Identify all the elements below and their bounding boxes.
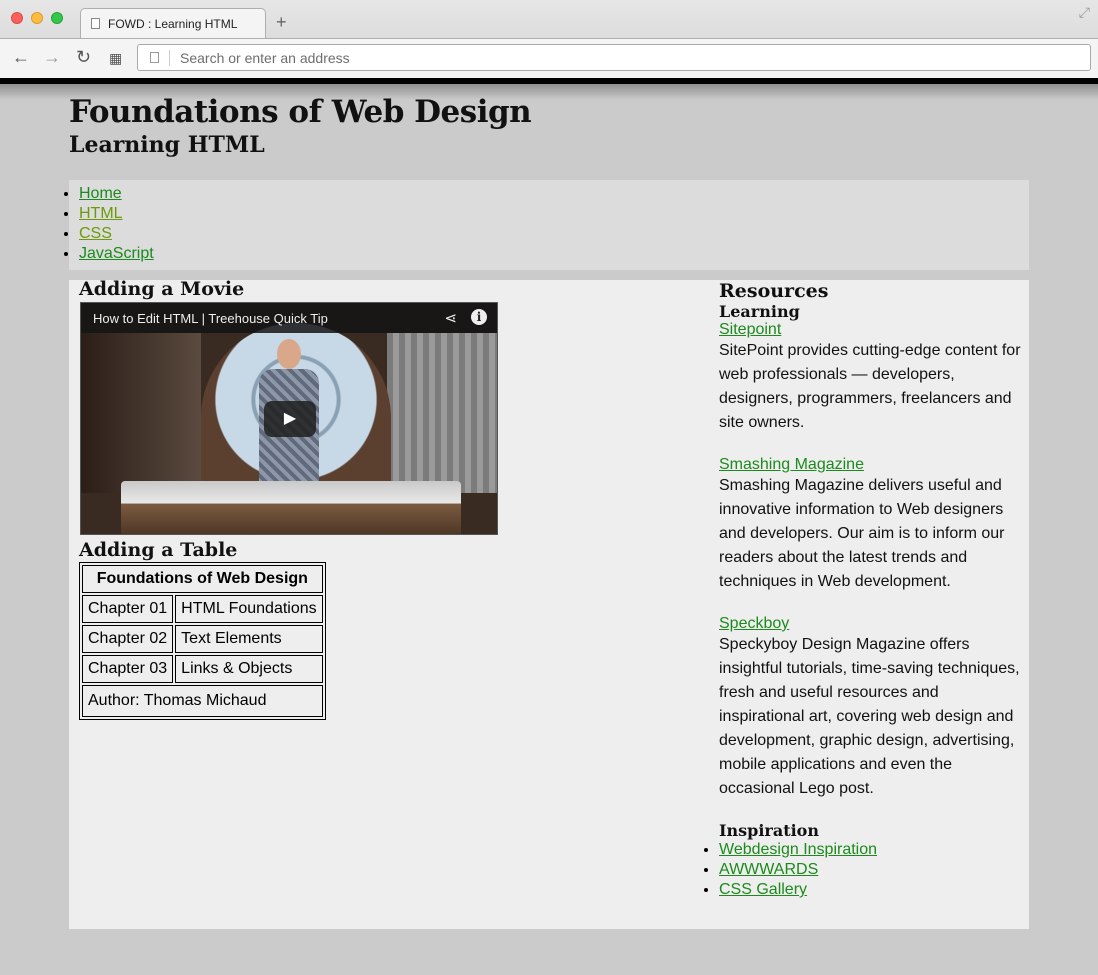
browser-tab[interactable]: FOWD : Learning HTML bbox=[80, 8, 266, 38]
learning-heading: Learning bbox=[719, 302, 800, 321]
table-heading: Adding a Table bbox=[79, 539, 238, 561]
nav-link-javascript[interactable]: JavaScript bbox=[79, 245, 154, 262]
info-icon[interactable]: i bbox=[471, 309, 487, 325]
video-player[interactable]: How to Edit HTML | Treehouse Quick Tip ⋖… bbox=[80, 302, 498, 535]
nav-item-css: CSS bbox=[79, 224, 1029, 244]
main-navigation: Home HTML CSS JavaScript bbox=[69, 180, 1029, 270]
table-cell: HTML Foundations bbox=[175, 595, 323, 623]
table-cell: Text Elements bbox=[175, 625, 323, 653]
page-icon bbox=[91, 18, 100, 29]
minimize-window-button[interactable] bbox=[31, 12, 43, 24]
share-icon[interactable]: ⋖ bbox=[444, 309, 457, 327]
list-item: Webdesign Inspiration bbox=[719, 840, 1024, 860]
speckboy-description: Speckyboy Design Magazine offers insight… bbox=[719, 636, 1020, 797]
browser-toolbar: ← → ↻ ▦ bbox=[0, 38, 1098, 78]
table-cell: Chapter 03 bbox=[82, 655, 174, 683]
inspiration-heading: Inspiration bbox=[719, 821, 819, 840]
table-row: Chapter 03 Links & Objects bbox=[82, 655, 323, 683]
video-frame-wall bbox=[81, 333, 201, 493]
video-title[interactable]: How to Edit HTML | Treehouse Quick Tip bbox=[93, 311, 328, 326]
table-row: Foundations of Web Design bbox=[82, 565, 323, 593]
movie-heading: Adding a Movie bbox=[79, 278, 245, 300]
address-bar[interactable] bbox=[137, 44, 1091, 71]
speckboy-link[interactable]: Speckboy bbox=[719, 615, 1024, 633]
video-controls: ⋖ i bbox=[444, 309, 487, 327]
list-item: CSS Gallery bbox=[719, 880, 1024, 900]
zoom-window-button[interactable] bbox=[51, 12, 63, 24]
table-caption: Foundations of Web Design bbox=[82, 565, 323, 593]
table-cell: Chapter 02 bbox=[82, 625, 174, 653]
nav-link-css[interactable]: CSS bbox=[79, 225, 112, 242]
sitepoint-link[interactable]: Sitepoint bbox=[719, 321, 1024, 339]
back-arrow-icon[interactable]: ← bbox=[12, 47, 30, 68]
reload-icon[interactable]: ↻ bbox=[76, 47, 91, 68]
nav-item-html: HTML bbox=[79, 204, 1029, 224]
page-icon bbox=[150, 52, 159, 63]
divider bbox=[169, 49, 170, 66]
smashing-magazine-description: Smashing Magazine delivers useful and in… bbox=[719, 477, 1005, 590]
resources-heading: Resources bbox=[719, 280, 829, 302]
address-input[interactable] bbox=[178, 48, 978, 67]
new-tab-button[interactable]: + bbox=[276, 12, 287, 33]
nav-item-home: Home bbox=[79, 184, 1029, 204]
apps-grid-icon[interactable]: ▦ bbox=[109, 50, 122, 67]
table-cell: Chapter 01 bbox=[82, 595, 174, 623]
resources-sidebar: Resources Learning Sitepoint SitePoint p… bbox=[719, 280, 1024, 900]
chapters-table: Foundations of Web Design Chapter 01 HTM… bbox=[79, 562, 326, 720]
smashing-magazine-link[interactable]: Smashing Magazine bbox=[719, 456, 1024, 474]
nav-link-html[interactable]: HTML bbox=[79, 205, 123, 222]
tab-title: FOWD : Learning HTML bbox=[108, 16, 238, 31]
webdesign-inspiration-link[interactable]: Webdesign Inspiration bbox=[719, 841, 877, 858]
fullscreen-icon[interactable]: ⤢ bbox=[1079, 4, 1090, 21]
page-title: Foundations of Web Design bbox=[69, 94, 532, 130]
css-gallery-link[interactable]: CSS Gallery bbox=[719, 881, 807, 898]
awwwards-link[interactable]: AWWWARDS bbox=[719, 861, 818, 878]
inspiration-list: Webdesign Inspiration AWWWARDS CSS Galle… bbox=[719, 840, 1024, 900]
table-footer: Author: Thomas Michaud bbox=[82, 685, 323, 717]
video-title-bar: How to Edit HTML | Treehouse Quick Tip bbox=[81, 303, 497, 333]
video-frame-wall bbox=[387, 333, 497, 493]
window-controls bbox=[11, 12, 63, 24]
table-cell: Links & Objects bbox=[175, 655, 323, 683]
content-area: Adding a Movie How to Edit HTML | Treeho… bbox=[69, 278, 1029, 929]
video-frame-desk bbox=[121, 481, 461, 534]
forward-arrow-icon[interactable]: → bbox=[43, 47, 61, 68]
list-item: AWWWARDS bbox=[719, 860, 1024, 880]
nav-item-javascript: JavaScript bbox=[79, 244, 1029, 264]
table-row: Chapter 01 HTML Foundations bbox=[82, 595, 323, 623]
browser-chrome: FOWD : Learning HTML + ⤢ ← → ↻ ▦ bbox=[0, 0, 1098, 84]
table-row: Author: Thomas Michaud bbox=[82, 685, 323, 717]
nav-link-home[interactable]: Home bbox=[79, 185, 122, 202]
page-subtitle: Learning HTML bbox=[69, 132, 265, 158]
sitepoint-description: SitePoint provides cutting-edge content … bbox=[719, 342, 1021, 431]
play-button[interactable]: ▶ bbox=[264, 401, 316, 437]
close-window-button[interactable] bbox=[11, 12, 23, 24]
table-row: Chapter 02 Text Elements bbox=[82, 625, 323, 653]
